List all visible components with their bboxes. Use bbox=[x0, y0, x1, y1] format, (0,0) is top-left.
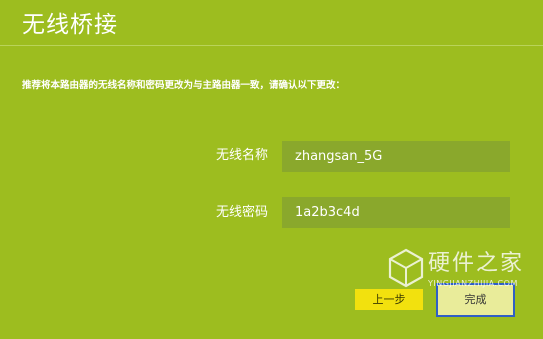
instruction-text: 推荐将本路由器的无线名称和密码更改为与主路由器一致，请确认以下更改： bbox=[22, 80, 346, 91]
ssid-input[interactable] bbox=[282, 141, 510, 172]
prev-step-button[interactable]: 上一步 bbox=[355, 289, 423, 310]
title-divider bbox=[0, 45, 543, 46]
password-input[interactable] bbox=[282, 197, 510, 228]
watermark-brand: 硬件之家 bbox=[428, 251, 525, 276]
page-title: 无线桥接 bbox=[22, 12, 118, 38]
ssid-label: 无线名称 bbox=[215, 148, 268, 163]
password-label: 无线密码 bbox=[215, 205, 268, 220]
cube-logo-icon bbox=[388, 248, 424, 288]
finish-button[interactable]: 完成 bbox=[436, 283, 515, 317]
